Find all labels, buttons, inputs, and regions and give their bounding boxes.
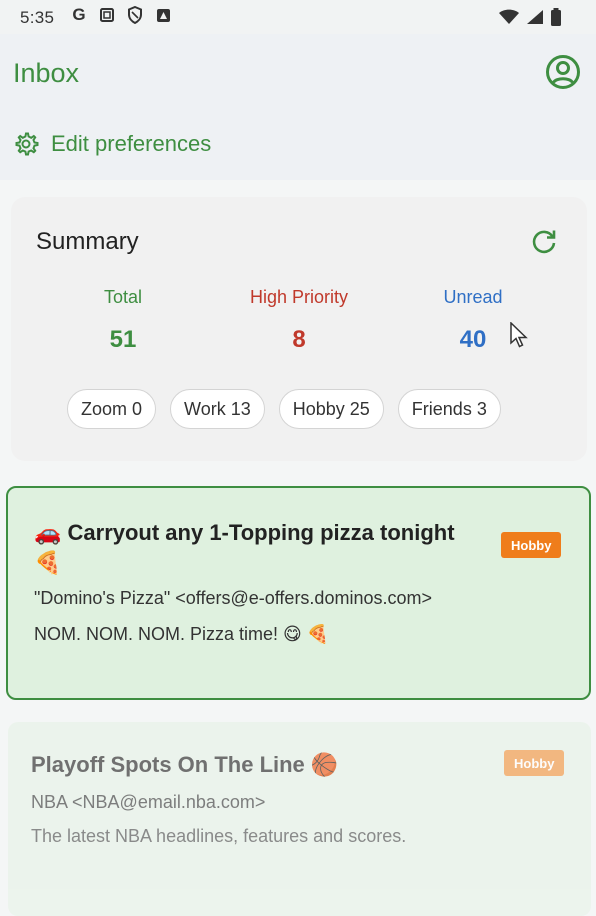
stat-label: Total xyxy=(103,287,143,307)
stat-label: High Priority xyxy=(249,287,349,307)
signal-icon xyxy=(526,9,544,30)
refresh-icon xyxy=(532,230,556,254)
account-button[interactable] xyxy=(545,54,581,90)
page-title: Inbox xyxy=(13,58,80,88)
email-subject: Playoff Spots On The Line 🏀 xyxy=(31,752,339,777)
status-bar: 5:35 G xyxy=(0,0,596,34)
stat-value: 51 xyxy=(109,326,137,353)
wifi-icon xyxy=(498,9,520,30)
gear-icon xyxy=(15,132,39,156)
category-badge: Hobby xyxy=(504,750,565,776)
status-right-icons xyxy=(498,8,562,31)
stat-total: Total 51 xyxy=(48,287,198,354)
stat-value: 8 xyxy=(292,326,306,353)
account-circle-icon xyxy=(546,55,580,89)
app-icon xyxy=(154,6,172,24)
edit-preferences-button[interactable]: Edit preferences xyxy=(13,131,211,157)
shield-icon xyxy=(126,6,144,24)
email-subject: 🚗 Carryout any 1-Topping pizza tonight 🍕 xyxy=(34,520,455,575)
summary-title: Summary xyxy=(36,228,139,255)
refresh-button[interactable] xyxy=(529,226,559,256)
google-icon: G xyxy=(72,5,86,24)
email-sender: "Domino's Pizza" <offers@e-offers.domino… xyxy=(34,588,432,608)
chip-hobby[interactable]: Hobby 25 xyxy=(278,389,384,429)
screenshot-icon xyxy=(98,6,116,24)
chip-work[interactable]: Work 13 xyxy=(170,389,265,429)
mouse-cursor-icon xyxy=(510,322,528,348)
chip-friends[interactable]: Friends 3 xyxy=(397,389,501,429)
stat-high-priority: High Priority 8 xyxy=(224,287,374,354)
battery-icon xyxy=(550,8,562,31)
status-left-icons: G xyxy=(70,5,172,24)
status-time: 5:35 xyxy=(20,8,55,27)
email-snippet: The latest NBA headlines, features and s… xyxy=(31,826,407,846)
category-chips: Zoom 0 Work 13 Hobby 25 Friends 3 xyxy=(67,389,501,429)
inbox-header: Inbox Edit preferences xyxy=(0,34,596,180)
edit-preferences-label: Edit preferences xyxy=(51,131,212,156)
category-badge: Hobby xyxy=(501,532,562,558)
email-snippet: NOM. NOM. NOM. Pizza time! 😋 🍕 xyxy=(34,624,330,644)
email-card[interactable]: Playoff Spots On The Line 🏀 Hobby NBA <N… xyxy=(8,722,591,916)
stat-label: Unread xyxy=(443,287,503,307)
email-card[interactable]: 🚗 Carryout any 1-Topping pizza tonight 🍕… xyxy=(6,486,591,700)
email-sender: NBA <NBA@email.nba.com> xyxy=(31,792,266,812)
summary-card: Summary Total 51 High Priority 8 Unread … xyxy=(11,197,587,461)
chip-zoom[interactable]: Zoom 0 xyxy=(67,389,157,429)
